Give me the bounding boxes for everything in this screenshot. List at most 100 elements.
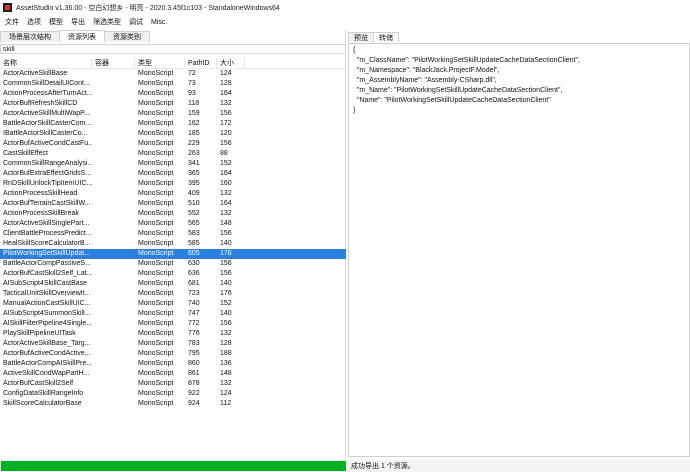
table-row[interactable]: RnDSkillUnlockTipItemUIC... MonoScript 395…: [0, 179, 346, 189]
column-header-pathid[interactable]: PathID: [185, 57, 217, 69]
cell-type: MonoScript: [138, 280, 174, 287]
menu-model[interactable]: 模型: [47, 17, 69, 27]
table-row[interactable]: BattleActorCompAISkillPre... MonoScript 86…: [0, 359, 346, 369]
cell-name: AISubScript4SkillCastBase: [3, 280, 88, 287]
cell-container: [92, 139, 135, 149]
cell-pathid: 636: [188, 270, 200, 277]
table-row[interactable]: ActorBufTerrainCastSkillW... MonoScript 51…: [0, 199, 346, 209]
table-row[interactable]: AISubScript4SkillCastBase MonoScript 681 14…: [0, 279, 346, 289]
cell-pathid: 878: [188, 380, 200, 387]
table-row[interactable]: ActorBufCastSkill2Self_Lat... MonoScript 6…: [0, 269, 346, 279]
cell-type: MonoScript: [138, 230, 174, 237]
table-row[interactable]: ActorActiveSkillMultiWapP... MonoScript 15…: [0, 109, 346, 119]
table-row[interactable]: ActorBufRefreshSkillCD MonoScript 118 132: [0, 99, 346, 109]
cell-name: ClientBattleProcessPredict...: [3, 230, 92, 237]
cell-type: MonoScript: [138, 340, 174, 347]
menu-misc[interactable]: Misc.: [149, 19, 173, 26]
table-row[interactable]: PlaySkillPipelineUITask MonoScript 776 132: [0, 329, 346, 339]
cell-pathid: 93: [188, 90, 196, 97]
menu-options[interactable]: 选项: [25, 17, 47, 27]
cell-type: MonoScript: [138, 330, 174, 337]
asset-list-pane: 场景层次结构 资源列表 资源类别 名称 容器 类型 PathID 大小 Acto…: [0, 30, 346, 458]
cell-size: 156: [220, 270, 232, 277]
cell-type: MonoScript: [138, 90, 174, 97]
column-header-name[interactable]: 名称: [0, 57, 92, 69]
table-row[interactable]: CommonSkillDetailUICont... MonoScript 73 12…: [0, 79, 346, 89]
column-header-size[interactable]: 大小: [217, 57, 245, 69]
cell-container: [92, 89, 135, 99]
table-row[interactable]: ActiveSkillCondWapPartH... MonoScript 861 1…: [0, 369, 346, 379]
table-row[interactable]: ActionProcessSkillBreak MonoScript 552 132: [0, 209, 346, 219]
table-row[interactable]: ConfigDataSkillRangeInfo MonoScript 922 124: [0, 389, 346, 399]
tab-preview[interactable]: 预览: [348, 32, 374, 42]
table-row[interactable]: AISkillFilterPipeline4Single... MonoScrip…: [0, 319, 346, 329]
menu-debug[interactable]: 调试: [127, 17, 149, 27]
dump-line: }: [353, 107, 356, 114]
tab-asset-classes[interactable]: 资源类别: [104, 31, 150, 42]
table-row[interactable]: ActorActiveSkillBase MonoScript 72 124: [0, 69, 346, 79]
cell-size: 160: [220, 180, 232, 187]
table-row[interactable]: AISubScript4SummonSkill... MonoScript 747 1…: [0, 309, 346, 319]
table-row[interactable]: IBattleActorSkillCasterCo... MonoScript 18…: [0, 129, 346, 139]
menu-export[interactable]: 导出: [69, 17, 91, 27]
column-header-type[interactable]: 类型: [135, 57, 185, 69]
cell-pathid: 510: [188, 200, 200, 207]
menu-file[interactable]: 文件: [3, 17, 25, 27]
cell-pathid: 72: [188, 70, 196, 77]
cell-size: 124: [220, 390, 232, 397]
cell-size: 132: [220, 100, 232, 107]
cell-size: 128: [220, 340, 232, 347]
cell-name: ActorActiveSkillBase: [3, 70, 68, 77]
table-row[interactable]: ClientBattleProcessPredict... MonoScript 5…: [0, 229, 346, 239]
table-row[interactable]: ActorBufCastSkill2Self MonoScript 878 132: [0, 379, 346, 389]
cell-size: 128: [220, 80, 232, 87]
cell-type: MonoScript: [138, 170, 174, 177]
cell-name: ActorBufExtraEffectGridsS...: [3, 170, 92, 177]
cell-pathid: 740: [188, 300, 200, 307]
table-row[interactable]: ActorActiveSkillBase_Targ... MonoScript 78…: [0, 339, 346, 349]
cell-container: [92, 349, 135, 359]
cell-pathid: 552: [188, 210, 200, 217]
cell-pathid: 263: [188, 150, 200, 157]
dump-text-area[interactable]: { "m_ClassName": "PilotWorkingSetSkillUp…: [348, 43, 690, 457]
table-row[interactable]: SkillScoreCalculatorBase MonoScript 924 112: [0, 399, 346, 409]
cell-pathid: 723: [188, 290, 200, 297]
cell-size: 156: [220, 260, 232, 267]
column-header-container[interactable]: 容器: [92, 57, 135, 69]
cell-name: SkillScoreCalculatorBase: [3, 400, 82, 407]
table-row[interactable]: ActionProcessAfterTurnAct... MonoScript 93…: [0, 89, 346, 99]
cell-type: MonoScript: [138, 200, 174, 207]
tab-asset-list[interactable]: 资源列表: [59, 30, 105, 42]
cell-name: ActorBufActiveCondCastFu...: [3, 140, 92, 147]
table-row[interactable]: PilotWorkingSetSkillUpdat... MonoScript 60…: [0, 249, 346, 259]
cell-container: [92, 259, 135, 269]
cell-name: BattleActorCompPassiveS...: [3, 260, 91, 267]
table-row[interactable]: CommonSkillRangeAnalysi... MonoScript 341 1…: [0, 159, 346, 169]
cell-container: [92, 329, 135, 339]
menu-filter-type[interactable]: 筛选类型: [91, 17, 127, 27]
cell-name: ActorActiveSkillBase_Targ...: [3, 340, 91, 347]
table-row[interactable]: HealSkillScoreCalculatorB... MonoScript 58…: [0, 239, 346, 249]
cell-pathid: 341: [188, 160, 200, 167]
table-row[interactable]: ActorBufActiveCondActive... MonoScript 795…: [0, 349, 346, 359]
cell-name: ActiveSkillCondWapPartH...: [3, 370, 90, 377]
tab-dump[interactable]: 转储: [373, 32, 399, 42]
filter-input[interactable]: [0, 44, 346, 54]
table-row[interactable]: ActorBufExtraEffectGridsS... MonoScript 36…: [0, 169, 346, 179]
cell-name: ActionProcessSkillBreak: [3, 210, 79, 217]
cell-container: [92, 309, 135, 319]
tab-scene-hierarchy[interactable]: 场景层次结构: [0, 31, 60, 42]
table-row[interactable]: TacticalUnitSkillOverviewIt... MonoScript…: [0, 289, 346, 299]
cell-type: MonoScript: [138, 320, 174, 327]
table-row[interactable]: ManualActionCastSkillUIC... MonoScript 740…: [0, 299, 346, 309]
cell-name: IBattleActorSkillCasterCo...: [3, 130, 88, 137]
cell-container: [92, 169, 135, 179]
table-row[interactable]: ActorActiveSkillSinglePart... MonoScript 5…: [0, 219, 346, 229]
dump-line: "Name": "PilotWorkingSetSkillUpdateCache…: [353, 97, 551, 104]
table-row[interactable]: BattleActorCompPassiveS... MonoScript 630 1…: [0, 259, 346, 269]
table-row[interactable]: ActorBufActiveCondCastFu... MonoScript 229…: [0, 139, 346, 149]
cell-type: MonoScript: [138, 100, 174, 107]
table-row[interactable]: BattleActorSkillCasterCom... MonoScript 16…: [0, 119, 346, 129]
table-row[interactable]: CastSkillEffect MonoScript 263 88: [0, 149, 346, 159]
table-row[interactable]: ActionProcessSkillHead MonoScript 409 132: [0, 189, 346, 199]
